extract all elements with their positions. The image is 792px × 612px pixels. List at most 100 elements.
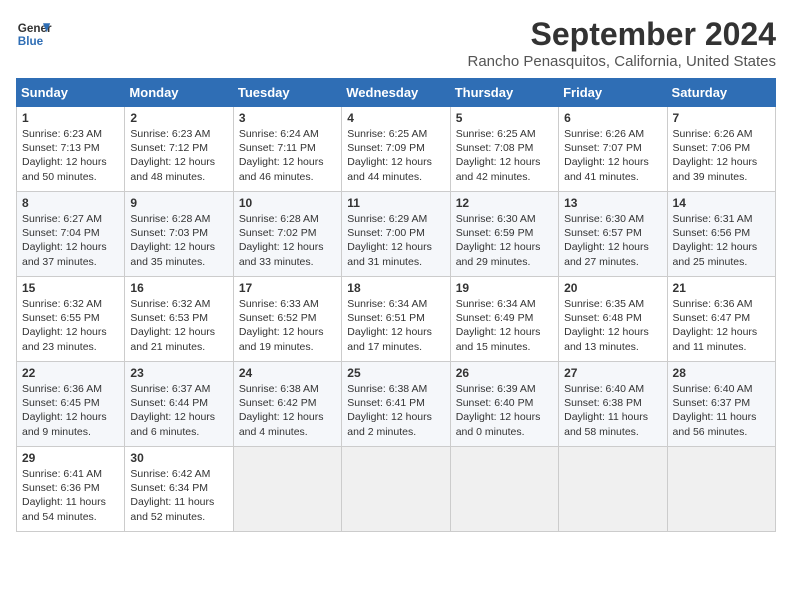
column-header-monday: Monday bbox=[125, 79, 233, 107]
day-info-line: and 42 minutes. bbox=[456, 170, 553, 184]
empty-cell bbox=[559, 447, 667, 532]
column-header-thursday: Thursday bbox=[450, 79, 558, 107]
day-info-line: Sunset: 7:09 PM bbox=[347, 141, 444, 155]
column-header-sunday: Sunday bbox=[17, 79, 125, 107]
day-info-line: Sunrise: 6:33 AM bbox=[239, 297, 336, 311]
day-info-line: and 46 minutes. bbox=[239, 170, 336, 184]
day-info-line: Sunset: 6:47 PM bbox=[673, 311, 770, 325]
day-info-line: Sunset: 6:49 PM bbox=[456, 311, 553, 325]
day-info-line: and 11 minutes. bbox=[673, 340, 770, 354]
day-info-line: and 29 minutes. bbox=[456, 255, 553, 269]
day-info-line: and 2 minutes. bbox=[347, 425, 444, 439]
day-info-line: Daylight: 12 hours bbox=[130, 155, 227, 169]
day-info-line: Sunrise: 6:38 AM bbox=[239, 382, 336, 396]
day-info-line: Sunset: 6:52 PM bbox=[239, 311, 336, 325]
day-info-line: Sunrise: 6:36 AM bbox=[22, 382, 119, 396]
day-info-line: and 54 minutes. bbox=[22, 510, 119, 524]
day-info-line: and 27 minutes. bbox=[564, 255, 661, 269]
day-info-line: Daylight: 12 hours bbox=[22, 410, 119, 424]
logo: General Blue bbox=[16, 16, 52, 52]
empty-cell bbox=[450, 447, 558, 532]
day-info-line: and 41 minutes. bbox=[564, 170, 661, 184]
day-info-line: Daylight: 12 hours bbox=[239, 240, 336, 254]
title-area: September 2024 Rancho Penasquitos, Calif… bbox=[467, 16, 776, 70]
day-cell-25: 25Sunrise: 6:38 AMSunset: 6:41 PMDayligh… bbox=[342, 362, 450, 447]
day-info-line: Sunrise: 6:32 AM bbox=[130, 297, 227, 311]
day-info-line: Sunset: 7:07 PM bbox=[564, 141, 661, 155]
day-info-line: Daylight: 11 hours bbox=[564, 410, 661, 424]
day-number: 6 bbox=[564, 111, 661, 125]
day-number: 27 bbox=[564, 366, 661, 380]
day-cell-16: 16Sunrise: 6:32 AMSunset: 6:53 PMDayligh… bbox=[125, 277, 233, 362]
day-info-line: Sunrise: 6:27 AM bbox=[22, 212, 119, 226]
day-cell-7: 7Sunrise: 6:26 AMSunset: 7:06 PMDaylight… bbox=[667, 107, 775, 192]
day-info-line: and 4 minutes. bbox=[239, 425, 336, 439]
week-row-4: 22Sunrise: 6:36 AMSunset: 6:45 PMDayligh… bbox=[17, 362, 776, 447]
day-info-line: Daylight: 11 hours bbox=[130, 495, 227, 509]
day-number: 20 bbox=[564, 281, 661, 295]
day-number: 10 bbox=[239, 196, 336, 210]
day-cell-20: 20Sunrise: 6:35 AMSunset: 6:48 PMDayligh… bbox=[559, 277, 667, 362]
column-header-tuesday: Tuesday bbox=[233, 79, 341, 107]
day-cell-14: 14Sunrise: 6:31 AMSunset: 6:56 PMDayligh… bbox=[667, 192, 775, 277]
day-number: 2 bbox=[130, 111, 227, 125]
day-info-line: Daylight: 12 hours bbox=[130, 410, 227, 424]
day-cell-18: 18Sunrise: 6:34 AMSunset: 6:51 PMDayligh… bbox=[342, 277, 450, 362]
day-cell-12: 12Sunrise: 6:30 AMSunset: 6:59 PMDayligh… bbox=[450, 192, 558, 277]
day-number: 8 bbox=[22, 196, 119, 210]
day-number: 25 bbox=[347, 366, 444, 380]
day-info-line: Daylight: 12 hours bbox=[564, 155, 661, 169]
day-number: 28 bbox=[673, 366, 770, 380]
day-info-line: Daylight: 12 hours bbox=[673, 240, 770, 254]
empty-cell bbox=[342, 447, 450, 532]
day-cell-8: 8Sunrise: 6:27 AMSunset: 7:04 PMDaylight… bbox=[17, 192, 125, 277]
day-info-line: Sunrise: 6:34 AM bbox=[347, 297, 444, 311]
day-info-line: Sunrise: 6:36 AM bbox=[673, 297, 770, 311]
day-number: 4 bbox=[347, 111, 444, 125]
day-info-line: and 17 minutes. bbox=[347, 340, 444, 354]
day-info-line: Sunrise: 6:40 AM bbox=[673, 382, 770, 396]
day-info-line: Daylight: 12 hours bbox=[564, 240, 661, 254]
empty-cell bbox=[233, 447, 341, 532]
day-info-line: Daylight: 12 hours bbox=[22, 240, 119, 254]
day-info-line: Sunset: 7:02 PM bbox=[239, 226, 336, 240]
day-info-line: Daylight: 12 hours bbox=[22, 325, 119, 339]
day-cell-11: 11Sunrise: 6:29 AMSunset: 7:00 PMDayligh… bbox=[342, 192, 450, 277]
day-cell-19: 19Sunrise: 6:34 AMSunset: 6:49 PMDayligh… bbox=[450, 277, 558, 362]
day-info-line: and 9 minutes. bbox=[22, 425, 119, 439]
day-info-line: Sunset: 6:37 PM bbox=[673, 396, 770, 410]
day-info-line: Sunset: 7:06 PM bbox=[673, 141, 770, 155]
day-number: 15 bbox=[22, 281, 119, 295]
day-info-line: Sunset: 6:34 PM bbox=[130, 481, 227, 495]
day-info-line: Sunset: 6:51 PM bbox=[347, 311, 444, 325]
day-info-line: Daylight: 11 hours bbox=[673, 410, 770, 424]
calendar-header-row: SundayMondayTuesdayWednesdayThursdayFrid… bbox=[17, 79, 776, 107]
day-info-line: Sunrise: 6:39 AM bbox=[456, 382, 553, 396]
day-cell-28: 28 Sunrise: 6:40 AMSunset: 6:37 PMDayligh… bbox=[667, 362, 775, 447]
day-number: 26 bbox=[456, 366, 553, 380]
day-info-line: Sunrise: 6:26 AM bbox=[673, 127, 770, 141]
day-number: 14 bbox=[673, 196, 770, 210]
day-info-line: Daylight: 12 hours bbox=[239, 410, 336, 424]
day-info-line: Sunset: 7:00 PM bbox=[347, 226, 444, 240]
day-info-line: Sunset: 6:59 PM bbox=[456, 226, 553, 240]
day-info-line: and 25 minutes. bbox=[673, 255, 770, 269]
day-cell-3: 3Sunrise: 6:24 AMSunset: 7:11 PMDaylight… bbox=[233, 107, 341, 192]
day-number: 29 bbox=[22, 451, 119, 465]
calendar-table: SundayMondayTuesdayWednesdayThursdayFrid… bbox=[16, 78, 776, 532]
day-number: 5 bbox=[456, 111, 553, 125]
day-info-line: Daylight: 12 hours bbox=[456, 155, 553, 169]
day-number: 9 bbox=[130, 196, 227, 210]
day-info-line: Daylight: 12 hours bbox=[239, 325, 336, 339]
day-info-line: Sunset: 7:08 PM bbox=[456, 141, 553, 155]
day-info-line: Sunset: 6:38 PM bbox=[564, 396, 661, 410]
day-info-line: Daylight: 12 hours bbox=[456, 325, 553, 339]
day-info-line: Sunrise: 6:23 AM bbox=[22, 127, 119, 141]
day-cell-29: 29Sunrise: 6:41 AMSunset: 6:36 PMDayligh… bbox=[17, 447, 125, 532]
day-info-line: Daylight: 11 hours bbox=[22, 495, 119, 509]
day-info-line: Sunset: 7:11 PM bbox=[239, 141, 336, 155]
day-number: 19 bbox=[456, 281, 553, 295]
day-cell-17: 17Sunrise: 6:33 AMSunset: 6:52 PMDayligh… bbox=[233, 277, 341, 362]
day-cell-22: 22Sunrise: 6:36 AMSunset: 6:45 PMDayligh… bbox=[17, 362, 125, 447]
day-info-line: Daylight: 12 hours bbox=[347, 410, 444, 424]
